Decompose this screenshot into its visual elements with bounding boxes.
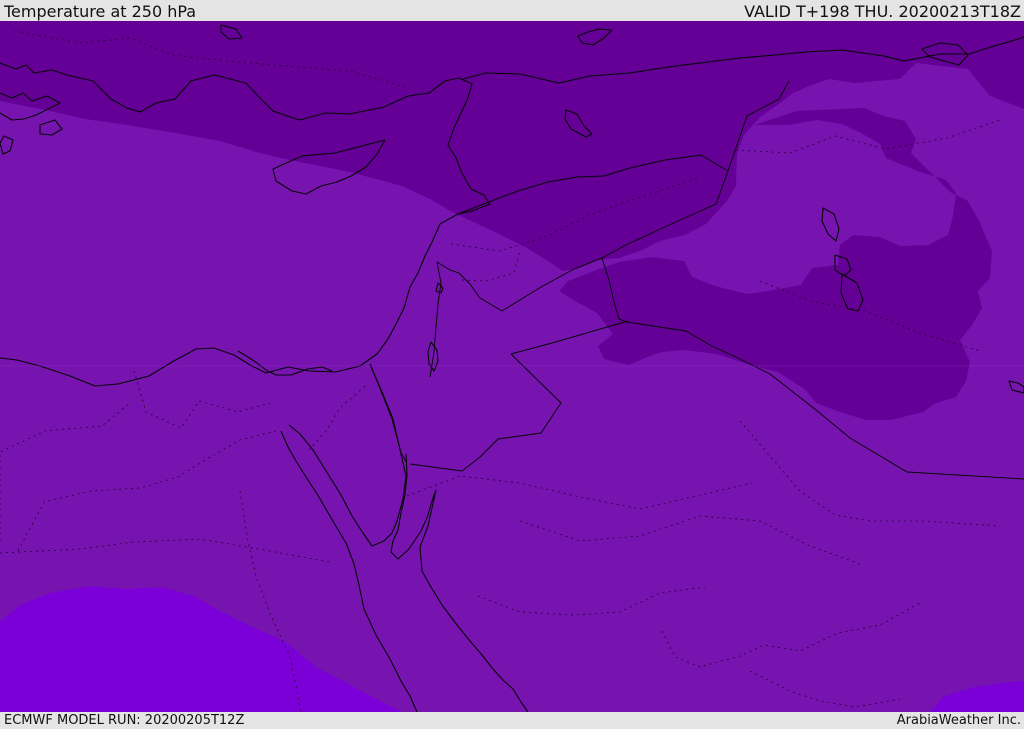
forecast-valid-time: VALID T+198 THU. 20200213T18Z bbox=[744, 2, 1021, 21]
bottom-footer-bar: ECMWF MODEL RUN: 20200205T12Z ArabiaWeat… bbox=[0, 712, 1024, 729]
top-header-bar: Temperature at 250 hPa VALID T+198 THU. … bbox=[0, 0, 1024, 21]
model-run-label: ECMWF MODEL RUN: 20200205T12Z bbox=[4, 713, 245, 728]
map-title: Temperature at 250 hPa bbox=[4, 2, 197, 21]
data-credit: ArabiaWeather Inc. bbox=[896, 713, 1021, 728]
temperature-map-svg[interactable] bbox=[0, 21, 1024, 712]
weather-map[interactable] bbox=[0, 21, 1024, 712]
